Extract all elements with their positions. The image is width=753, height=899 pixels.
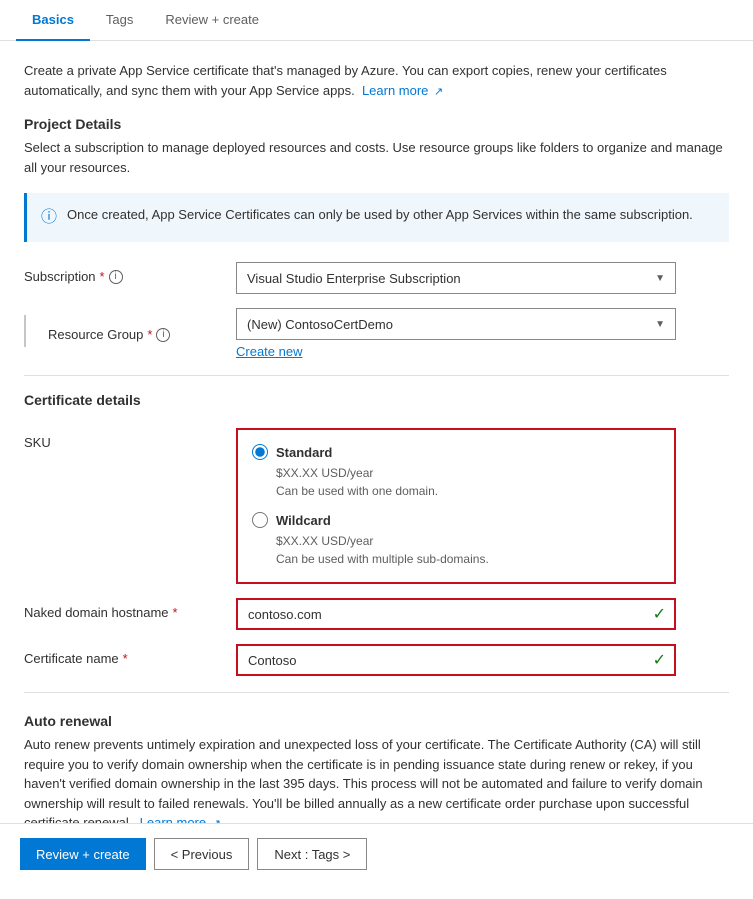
sku-wildcard-desc: $XX.XX USD/year Can be used with multipl… xyxy=(276,532,660,568)
next-button[interactable]: Next : Tags > xyxy=(257,838,367,870)
rg-control: (New) ContosoCertDemo ▼ Create new xyxy=(236,308,729,359)
resource-group-row: Resource Group * i (New) ContosoCertDemo… xyxy=(24,308,729,359)
sku-standard-name[interactable]: Standard xyxy=(276,445,332,460)
external-link-icon: ↗ xyxy=(434,84,443,101)
naked-domain-row: Naked domain hostname * ✓ xyxy=(24,598,729,630)
previous-button[interactable]: < Previous xyxy=(154,838,250,870)
sku-wildcard-radio[interactable] xyxy=(252,512,268,528)
review-create-button[interactable]: Review + create xyxy=(20,838,146,870)
naked-domain-control: ✓ xyxy=(236,598,729,630)
chevron-down-icon: ▼ xyxy=(655,273,665,284)
check-icon: ✓ xyxy=(653,604,666,624)
rg-indent xyxy=(24,315,44,347)
project-details-title: Project Details xyxy=(24,116,729,132)
rg-label-area: Resource Group * i xyxy=(24,308,224,347)
learn-more-link[interactable]: Learn more ↗ xyxy=(362,83,443,98)
sku-label: SKU xyxy=(24,428,224,450)
sku-wildcard-name[interactable]: Wildcard xyxy=(276,513,331,528)
rg-info-btn[interactable]: i xyxy=(156,328,170,342)
rg-chevron-icon: ▼ xyxy=(655,319,665,330)
sku-standard-label: Standard xyxy=(252,444,660,460)
rg-required: * xyxy=(147,327,152,342)
sku-standard-option: Standard $XX.XX USD/year Can be used wit… xyxy=(252,444,660,500)
cert-details-title: Certificate details xyxy=(24,392,729,414)
intro-text: Create a private App Service certificate… xyxy=(24,61,729,100)
info-notice-text: Once created, App Service Certificates c… xyxy=(67,205,693,225)
bottom-nav: Review + create < Previous Next : Tags > xyxy=(0,823,753,884)
subscription-required: * xyxy=(100,269,105,284)
sku-standard-radio[interactable] xyxy=(252,444,268,460)
divider-2 xyxy=(24,692,729,693)
subscription-value: Visual Studio Enterprise Subscription xyxy=(247,271,461,286)
resource-group-label: Resource Group * i xyxy=(48,320,170,342)
subscription-info-btn[interactable]: i xyxy=(109,270,123,284)
project-details-desc: Select a subscription to manage deployed… xyxy=(24,138,729,177)
subscription-label: Subscription * i xyxy=(24,262,224,284)
divider-1 xyxy=(24,375,729,376)
cert-name-label: Certificate name * xyxy=(24,644,224,666)
sku-wildcard-option: Wildcard $XX.XX USD/year Can be used wit… xyxy=(252,512,660,568)
info-icon: ⓘ xyxy=(41,206,57,230)
subscription-dropdown[interactable]: Visual Studio Enterprise Subscription ▼ xyxy=(236,262,676,294)
subscription-control: Visual Studio Enterprise Subscription ▼ xyxy=(236,262,729,294)
cert-name-control: ✓ xyxy=(236,644,729,676)
sku-wildcard-label: Wildcard xyxy=(252,512,660,528)
sku-options-box: Standard $XX.XX USD/year Can be used wit… xyxy=(236,428,676,584)
naked-domain-input-wrap: ✓ xyxy=(236,598,676,630)
auto-renewal-title: Auto renewal xyxy=(24,713,729,729)
main-content: Create a private App Service certificate… xyxy=(0,41,753,899)
sku-standard-desc: $XX.XX USD/year Can be used with one dom… xyxy=(276,464,660,500)
sku-control: Standard $XX.XX USD/year Can be used wit… xyxy=(236,428,729,584)
cert-name-input-wrap: ✓ xyxy=(236,644,676,676)
sku-row: SKU Standard $XX.XX USD/year Can be used… xyxy=(24,428,729,584)
info-notice-box: ⓘ Once created, App Service Certificates… xyxy=(24,193,729,242)
tab-tags[interactable]: Tags xyxy=(90,0,149,41)
cert-name-row: Certificate name * ✓ xyxy=(24,644,729,676)
auto-renewal-text: Auto renew prevents untimely expiration … xyxy=(24,735,729,833)
rg-value: (New) ContosoCertDemo xyxy=(247,317,393,332)
cert-name-input[interactable] xyxy=(236,644,676,676)
cert-check-icon: ✓ xyxy=(653,650,666,670)
cert-name-required: * xyxy=(123,651,128,666)
tab-review-create[interactable]: Review + create xyxy=(149,0,275,41)
naked-domain-input[interactable] xyxy=(236,598,676,630)
naked-domain-required: * xyxy=(173,605,178,620)
tab-bar: Basics Tags Review + create xyxy=(0,0,753,41)
subscription-row: Subscription * i Visual Studio Enterpris… xyxy=(24,262,729,294)
naked-domain-label: Naked domain hostname * xyxy=(24,598,224,620)
tab-basics[interactable]: Basics xyxy=(16,0,90,41)
create-new-link[interactable]: Create new xyxy=(236,344,302,359)
resource-group-dropdown[interactable]: (New) ContosoCertDemo ▼ xyxy=(236,308,676,340)
